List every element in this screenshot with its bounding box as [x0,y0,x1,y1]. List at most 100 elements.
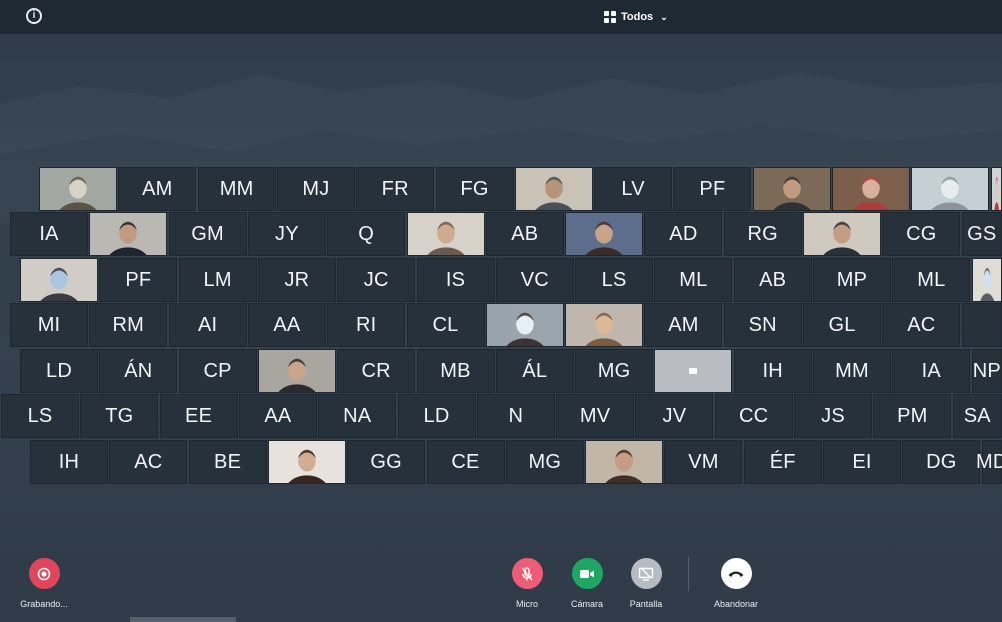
record-control[interactable]: Grabando... [9,558,79,609]
participant-initials-tile[interactable]: JV [635,394,714,438]
participant-initials-tile[interactable]: MP [813,258,891,302]
participant-video-tile[interactable] [990,167,1002,211]
participant-initials-tile[interactable]: LD [20,349,98,393]
participant-initials-tile[interactable]: CP [178,349,257,393]
participant-video-tile[interactable] [911,167,990,211]
participant-video-tile[interactable] [565,212,644,256]
participant-initials-tile[interactable]: AB [733,258,812,302]
participant-initials-tile[interactable]: ÉF [743,440,822,484]
participant-initials-tile[interactable]: JS [794,394,872,438]
participant-video-tile[interactable] [406,212,485,256]
participant-initials-tile[interactable]: IA [10,212,88,256]
participant-initials-tile[interactable]: MM [197,167,276,211]
participant-initials-tile[interactable]: JY [247,212,326,256]
participant-initials-tile[interactable]: LS [575,258,654,302]
participant-initials-tile[interactable]: ÁL [495,349,574,393]
record-button[interactable] [28,558,60,589]
participant-video-tile[interactable] [267,440,346,484]
participant-initials-tile[interactable]: MJ [276,167,355,211]
participant-initials-tile[interactable]: LS [1,394,79,438]
layout-selector[interactable]: Todos ⌄ [604,9,668,25]
participant-video-tile[interactable] [39,167,117,211]
participant-initials-tile[interactable]: CR [337,349,416,393]
participant-video-tile[interactable] [89,212,168,256]
participant-initials-tile[interactable]: GG [347,440,426,484]
participant-initials-tile[interactable]: CL [406,303,485,347]
participant-initials-tile[interactable]: FG [435,167,514,211]
participant-initials-tile[interactable]: LM [178,258,257,302]
mic-button[interactable] [511,558,543,589]
participant-initials-tile[interactable]: PF [99,258,178,302]
participant-video-tile[interactable] [257,349,336,393]
participant-tile-empty[interactable] [961,303,1002,347]
participant-initials-tile[interactable]: LV [594,167,673,211]
participant-initials-tile[interactable]: IH [733,349,812,393]
participant-initials-tile[interactable]: PF [673,167,752,211]
participant-initials-tile[interactable]: MI [10,303,88,347]
participant-initials-tile[interactable]: MD [976,440,1002,484]
participant-initials-tile[interactable]: PM [873,394,952,438]
participant-initials-tile[interactable]: MM [813,349,891,393]
participant-initials-tile[interactable]: NP [971,349,1002,393]
participant-initials-tile[interactable]: AM [118,167,197,211]
participant-initials-tile[interactable]: GS [961,212,1002,256]
info-icon[interactable]: i [26,8,42,24]
participant-initials-tile[interactable]: GM [168,212,247,256]
participant-video-tile[interactable] [971,258,1002,302]
participant-video-tile[interactable] [585,440,664,484]
participant-initials-tile[interactable]: GL [803,303,881,347]
screen-share-button[interactable] [630,558,662,589]
camera-button[interactable] [571,558,603,589]
participant-initials-tile[interactable]: CC [714,394,793,438]
participant-initials-tile[interactable]: MG [575,349,654,393]
participant-video-tile[interactable] [20,258,98,302]
participant-initials-tile[interactable]: VM [664,440,743,484]
participant-initials-tile[interactable]: IS [416,258,495,302]
participant-initials-tile[interactable]: JR [257,258,336,302]
screen-control[interactable]: Pantalla [611,558,681,609]
participant-initials-tile[interactable]: AA [238,394,317,438]
participant-initials-tile[interactable]: EI [823,440,901,484]
participant-initials-tile[interactable]: IH [30,440,108,484]
participant-initials-tile[interactable]: AI [168,303,247,347]
participant-initials-tile[interactable]: CG [882,212,961,256]
participant-video-tile[interactable] [803,212,881,256]
participant-initials-tile[interactable]: MB [416,349,495,393]
participant-video-tile[interactable] [752,167,831,211]
participant-initials-tile[interactable]: IA [892,349,971,393]
participant-initials-tile[interactable]: EE [159,394,238,438]
participant-initials-tile[interactable]: FR [356,167,435,211]
participant-initials-tile[interactable]: DG [902,440,981,484]
participant-initials-tile[interactable]: AB [485,212,564,256]
participant-no-camera-tile[interactable] [654,349,733,393]
participant-initials-tile[interactable]: ML [654,258,733,302]
participant-video-tile[interactable] [485,303,564,347]
participant-initials-tile[interactable]: LD [397,394,476,438]
participant-initials-tile[interactable]: NA [318,394,397,438]
participant-initials-tile[interactable]: SN [723,303,802,347]
participant-initials-tile[interactable]: RM [89,303,168,347]
participant-initials-tile[interactable]: VC [495,258,574,302]
participant-initials-tile[interactable]: AD [644,212,723,256]
participant-initials-tile[interactable]: AM [644,303,723,347]
participant-initials-tile[interactable]: Q [327,212,406,256]
leave-control[interactable]: Abandonar [701,558,771,609]
participant-initials-tile[interactable]: TG [80,394,159,438]
participant-initials-tile[interactable]: AC [109,440,188,484]
participant-initials-tile[interactable]: JC [337,258,416,302]
participant-initials-tile[interactable]: MV [556,394,635,438]
participant-initials-tile[interactable]: ML [892,258,971,302]
participant-initials-tile[interactable]: RG [723,212,802,256]
participant-initials-tile[interactable]: BE [188,440,267,484]
participant-initials-tile[interactable]: AA [247,303,326,347]
leave-button[interactable] [720,558,752,589]
participant-initials-tile[interactable]: AC [882,303,961,347]
participant-video-tile[interactable] [514,167,593,211]
participant-initials-tile[interactable]: N [476,394,555,438]
participant-video-tile[interactable] [832,167,910,211]
participant-initials-tile[interactable]: ÁN [99,349,178,393]
participant-initials-tile[interactable]: SA [952,394,1002,438]
participant-initials-tile[interactable]: RI [327,303,406,347]
participant-initials-tile[interactable]: MG [505,440,584,484]
participant-video-tile[interactable] [565,303,644,347]
